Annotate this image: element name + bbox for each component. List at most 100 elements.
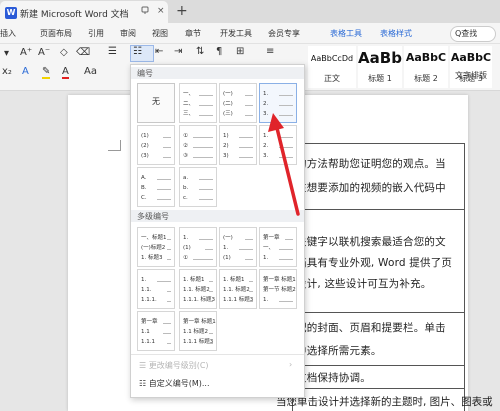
option-text-line xyxy=(205,249,213,250)
option-text-line xyxy=(245,115,253,116)
option-text-line xyxy=(249,281,253,282)
multilevel-option[interactable]: (一) 1. (1) xyxy=(219,227,257,267)
style-heading-3[interactable]: AaBbC 标题 3 xyxy=(450,46,492,88)
menu-developer[interactable]: 开发工具 xyxy=(220,28,252,39)
text-effect-icon[interactable]: A xyxy=(22,66,29,77)
option-level-label: 2. xyxy=(263,101,269,107)
numbering-option[interactable]: A. B. C. xyxy=(137,167,175,207)
menu-table-tools[interactable]: 表格工具 xyxy=(330,28,362,39)
option-text-line xyxy=(193,147,213,148)
multilevel-option[interactable]: 第一章 一、 1. xyxy=(259,227,297,267)
option-level-label: (三) xyxy=(223,111,233,117)
numbering-icon: ☷ xyxy=(133,46,142,57)
menu-view[interactable]: 视图 xyxy=(152,28,168,39)
multilevel-option[interactable]: 1. 1.1. 1.1.1. xyxy=(137,269,175,309)
multilevel-option[interactable]: 1. 标题1 1.1. 标题2 1.1.1 标题3 xyxy=(219,269,257,309)
table-border xyxy=(292,388,465,389)
option-text-line xyxy=(167,239,171,240)
char-border-icon[interactable]: Aa xyxy=(84,66,97,77)
doc-text-line: 当您单击设计并选择新的主题时, 图片、图表或 xyxy=(276,396,493,408)
style-heading-1[interactable]: AaBb 标题 1 xyxy=(358,46,402,88)
option-text-line xyxy=(289,291,293,292)
menu-page-layout[interactable]: 页面布局 xyxy=(40,28,72,39)
show-marks-icon[interactable]: ¶ xyxy=(216,46,222,57)
pin-icon[interactable] xyxy=(141,6,150,18)
option-level-label: (1) xyxy=(183,245,191,251)
option-level-label: 3) xyxy=(223,153,229,159)
clear-format-icon[interactable]: ◇ xyxy=(60,47,68,58)
search-button[interactable]: Q查找 xyxy=(450,26,496,42)
option-level-label: a. xyxy=(183,175,189,181)
numbering-option[interactable]: 一、 二、 三、 xyxy=(179,83,217,123)
menu-references[interactable]: 引用 xyxy=(88,28,104,39)
numbering-option[interactable]: (一) (二) (三) xyxy=(219,83,257,123)
option-level-label: 一、 xyxy=(263,245,275,251)
increase-indent-icon[interactable]: ⇥ xyxy=(174,46,182,57)
option-level-label: 1.1.1 标题3 xyxy=(183,339,214,345)
distributed-icon[interactable]: ⊞ xyxy=(236,46,244,57)
style-heading-2[interactable]: AaBbC 标题 2 xyxy=(404,46,448,88)
menu-table-style[interactable]: 表格样式 xyxy=(380,28,412,39)
menu-bar: 插入 页面布局 引用 审阅 视图 章节 开发工具 会员专享 表格工具 表格样式 … xyxy=(0,23,500,44)
style-sample: AaBbCcDd xyxy=(310,54,354,63)
numbering-button[interactable]: ☷ xyxy=(130,45,154,62)
change-list-level-item[interactable]: ☰ 更改编号级别(C) › xyxy=(139,360,292,371)
red-arrow-annotation xyxy=(268,113,300,216)
corner-mark xyxy=(120,140,121,151)
font-size-combo[interactable]: ▾ xyxy=(4,48,9,59)
bullet-list-icon[interactable]: ☰ xyxy=(108,46,117,57)
option-text-line xyxy=(249,301,253,302)
option-text-line xyxy=(193,259,213,260)
option-level-label: 1. xyxy=(141,277,147,283)
highlight-icon[interactable]: ✎ xyxy=(42,66,51,79)
font-color-icon[interactable]: A xyxy=(62,66,69,79)
multilevel-option[interactable]: 1. 标题1 1.1. 标题2 1.1.1. 标题3 xyxy=(179,269,217,309)
numbering-none[interactable]: 无 xyxy=(137,83,175,123)
style-normal[interactable]: AaBbCcDd 正文 xyxy=(308,46,356,88)
option-level-label: 1.1 xyxy=(141,329,150,335)
numbering-option[interactable]: (1) (2) (3) xyxy=(137,125,175,165)
numbering-option[interactable]: ① ② ③ xyxy=(179,125,217,165)
numbering-option[interactable]: a. b. c. xyxy=(179,167,217,207)
multilevel-option[interactable]: 第一章 标题1 1.1 标题2 1.1.1 标题3 xyxy=(179,311,217,351)
option-level-label: 第一章 标题1 xyxy=(183,319,216,325)
option-text-line xyxy=(285,239,293,240)
option-level-label: 1.1 标题2 xyxy=(183,329,208,335)
grow-font-icon[interactable]: A⁺ xyxy=(20,47,32,58)
option-text-line xyxy=(193,157,213,158)
option-level-label: (3) xyxy=(141,153,149,159)
option-text-line xyxy=(239,249,253,250)
style-sample: AaBb xyxy=(358,49,402,67)
document-tab[interactable]: W 新建 Microsoft Word 文档 × xyxy=(0,1,168,23)
option-level-label: 1. 标题1 xyxy=(183,277,205,283)
custom-numbering-item[interactable]: ☷ 自定义编号(M)... xyxy=(139,378,210,389)
menu-section[interactable]: 章节 xyxy=(185,28,201,39)
align-icon[interactable]: ≡ xyxy=(266,46,274,57)
doc-text-line: 的方法帮助您证明您的观点。当 xyxy=(296,158,446,170)
menu-review[interactable]: 审阅 xyxy=(120,28,136,39)
option-level-label: ② xyxy=(183,143,188,149)
multilevel-option[interactable]: 一、标题1 (一)标题2 1. 标题3 xyxy=(137,227,175,267)
option-text-line xyxy=(245,259,253,260)
shrink-font-icon[interactable]: A⁻ xyxy=(38,47,50,58)
text-layout-button[interactable]: 文字排版 xyxy=(455,70,487,81)
close-tab-icon[interactable]: × xyxy=(157,6,165,16)
decrease-indent-icon[interactable]: ⇤ xyxy=(155,46,163,57)
option-text-line xyxy=(279,95,293,96)
table-border xyxy=(292,365,465,366)
multilevel-option[interactable]: 第一章 1.1 1.1.1 xyxy=(137,311,175,351)
option-level-label: 1. xyxy=(263,91,269,97)
subscript-icon[interactable]: x₂ xyxy=(2,66,12,77)
multilevel-option[interactable]: 1. (1) ① xyxy=(179,227,217,267)
multilevel-option[interactable]: 第一章 标题1 第一节 标题2 1. xyxy=(259,269,297,309)
option-level-label: (1) xyxy=(141,133,149,139)
option-text-line xyxy=(157,179,171,180)
numbering-option[interactable]: 1) 2) 3) xyxy=(219,125,257,165)
sort-icon[interactable]: ⇅ xyxy=(196,46,204,57)
option-text-line xyxy=(209,291,213,292)
menu-member[interactable]: 会员专享 xyxy=(268,28,300,39)
new-tab-button[interactable]: + xyxy=(176,3,188,19)
menu-insert[interactable]: 插入 xyxy=(0,28,16,39)
phonetic-icon[interactable]: ⌫ xyxy=(76,47,90,58)
doc-text-line: 设计, 这些设计可互为补充。 xyxy=(296,278,432,290)
